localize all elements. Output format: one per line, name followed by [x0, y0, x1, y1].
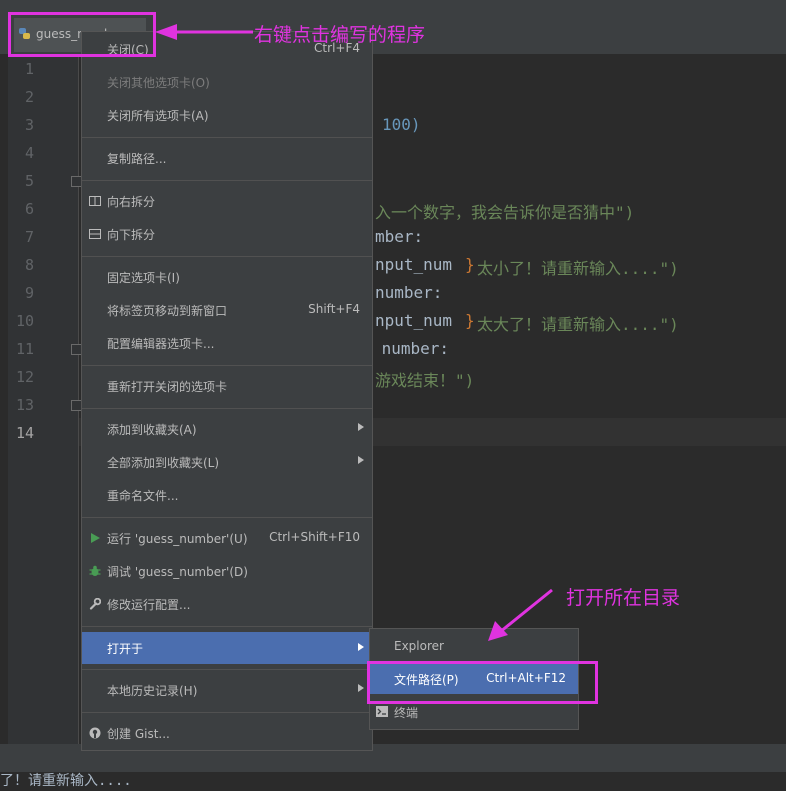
menu-item-label: 调试 'guess_number'(D): [107, 565, 248, 579]
menu-item-reopen-closed-tab[interactable]: 重新打开关闭的选项卡: [82, 371, 372, 401]
menu-item-label: 全部添加到收藏夹(L): [107, 456, 220, 470]
line-number: 10: [15, 312, 34, 330]
line-number: 11: [15, 340, 34, 358]
code-text: 游戏结束！"): [375, 371, 475, 390]
submenu-arrow-icon: [358, 456, 364, 464]
menu-item-split-right[interactable]: 向右拆分: [82, 186, 372, 216]
code-text: 100): [382, 115, 421, 134]
code-text: }: [465, 311, 475, 330]
menu-item-label: 向右拆分: [107, 195, 156, 209]
menu-item-add-to-favorites[interactable]: 添加到收藏夹(A): [82, 414, 372, 444]
gutter-separator: [78, 54, 79, 744]
annotation-arrow-icon: [488, 588, 553, 641]
menu-separator: [82, 517, 372, 518]
menu-item-label: 关闭其他选项卡(O): [107, 76, 210, 90]
line-number: 2: [24, 88, 34, 106]
menu-item-add-all-to-favorites[interactable]: 全部添加到收藏夹(L): [82, 447, 372, 477]
annotation-bottom-text: 打开所在目录: [566, 587, 681, 609]
menu-item-local-history[interactable]: 本地历史记录(H): [82, 675, 372, 705]
menu-item-label: 将标签页移动到新窗口: [107, 304, 228, 318]
menu-item-label: 打开于: [107, 642, 144, 656]
line-number: 7: [24, 228, 34, 246]
menu-item-shortcut: Ctrl+Shift+F10: [269, 530, 360, 544]
menu-item-label: 重命名文件...: [107, 489, 179, 503]
line-number: 1: [24, 60, 34, 78]
run-icon: [91, 533, 100, 543]
github-icon: [89, 727, 101, 739]
console-output: 了！请重新输入....: [0, 773, 132, 789]
menu-item-label: 重新打开关闭的选项卡: [107, 380, 228, 394]
annotation-highlight-file-path: [367, 661, 598, 704]
menu-item-configure-tabs[interactable]: 配置编辑器选项卡...: [82, 328, 372, 358]
menu-item-label: 向下拆分: [107, 228, 156, 242]
menu-item-label: 复制路径...: [107, 152, 167, 166]
menu-separator: [82, 408, 372, 409]
line-number: 12: [15, 368, 34, 386]
menu-item-label: 添加到收藏夹(A): [107, 423, 197, 437]
split-vertical-icon: [89, 196, 101, 206]
menu-item-label: 固定选项卡(I): [107, 271, 180, 285]
code-text: nput_num: [375, 311, 453, 330]
menu-item-label: 配置编辑器选项卡...: [107, 337, 215, 351]
menu-item-pin-tab[interactable]: 固定选项卡(I): [82, 262, 372, 292]
menu-item-shortcut: Shift+F4: [308, 302, 360, 316]
line-number: 5: [24, 172, 34, 190]
submenu-item-label: Explorer: [394, 639, 444, 653]
code-text: 太小了！请重新输入...."): [477, 259, 679, 278]
annotation-arrow-icon: [155, 24, 253, 40]
submenu-arrow-icon: [358, 684, 364, 692]
split-horizontal-icon: [89, 229, 101, 239]
menu-item-open-in[interactable]: 打开于: [82, 632, 372, 664]
menu-item-run[interactable]: 运行 'guess_number'(U) Ctrl+Shift+F10: [82, 523, 372, 553]
submenu-item-label: 终端: [394, 706, 419, 720]
menu-item-label: 运行 'guess_number'(U): [107, 532, 248, 546]
menu-item-copy-path[interactable]: 复制路径...: [82, 143, 372, 173]
code-text: }: [465, 255, 475, 274]
line-number: 9: [24, 284, 34, 302]
menu-item-label: 本地历史记录(H): [107, 684, 198, 698]
annotation-highlight-tab: [8, 12, 156, 57]
line-number: 13: [15, 396, 34, 414]
annotation-top-text: 右键点击编写的程序: [254, 24, 426, 46]
menu-separator: [82, 137, 372, 138]
menu-item-debug[interactable]: 调试 'guess_number'(D): [82, 556, 372, 586]
code-text: mber:: [375, 227, 424, 246]
menu-item-close-others[interactable]: 关闭其他选项卡(O): [82, 67, 372, 97]
menu-separator: [82, 365, 372, 366]
menu-item-modify-run-config[interactable]: 修改运行配置...: [82, 589, 372, 619]
code-text: 太大了！请重新输入...."): [477, 315, 679, 334]
wrench-icon: [89, 598, 101, 610]
menu-item-move-to-new-window[interactable]: 将标签页移动到新窗口 Shift+F4: [82, 295, 372, 325]
menu-item-label: 修改运行配置...: [107, 598, 191, 612]
tab-context-menu: 关闭(C) Ctrl+F4 关闭其他选项卡(O) 关闭所有选项卡(A) 复制路径…: [81, 31, 373, 751]
menu-separator: [82, 626, 372, 627]
code-text: nput_num: [375, 255, 453, 274]
code-text: number:: [372, 339, 450, 358]
menu-item-label: 关闭所有选项卡(A): [107, 109, 209, 123]
menu-item-create-gist[interactable]: 创建 Gist...: [82, 718, 372, 748]
line-number: 8: [24, 256, 34, 274]
menu-item-label: 创建 Gist...: [107, 727, 170, 741]
debug-icon: [89, 565, 101, 576]
menu-separator: [82, 180, 372, 181]
menu-item-rename-file[interactable]: 重命名文件...: [82, 480, 372, 510]
code-text: number:: [375, 283, 443, 302]
submenu-arrow-icon: [358, 423, 364, 431]
submenu-arrow-icon: [358, 643, 364, 651]
line-number-current: 14: [15, 424, 34, 442]
code-text: 入一个数字，我会告诉你是否猜中"): [375, 203, 635, 222]
menu-separator: [82, 712, 372, 713]
menu-item-split-down[interactable]: 向下拆分: [82, 219, 372, 249]
menu-separator: [82, 669, 372, 670]
line-number: 6: [24, 200, 34, 218]
menu-item-close-all[interactable]: 关闭所有选项卡(A): [82, 100, 372, 130]
line-number: 4: [24, 144, 34, 162]
terminal-icon: [376, 706, 388, 717]
menu-separator: [82, 256, 372, 257]
line-number: 3: [24, 116, 34, 134]
